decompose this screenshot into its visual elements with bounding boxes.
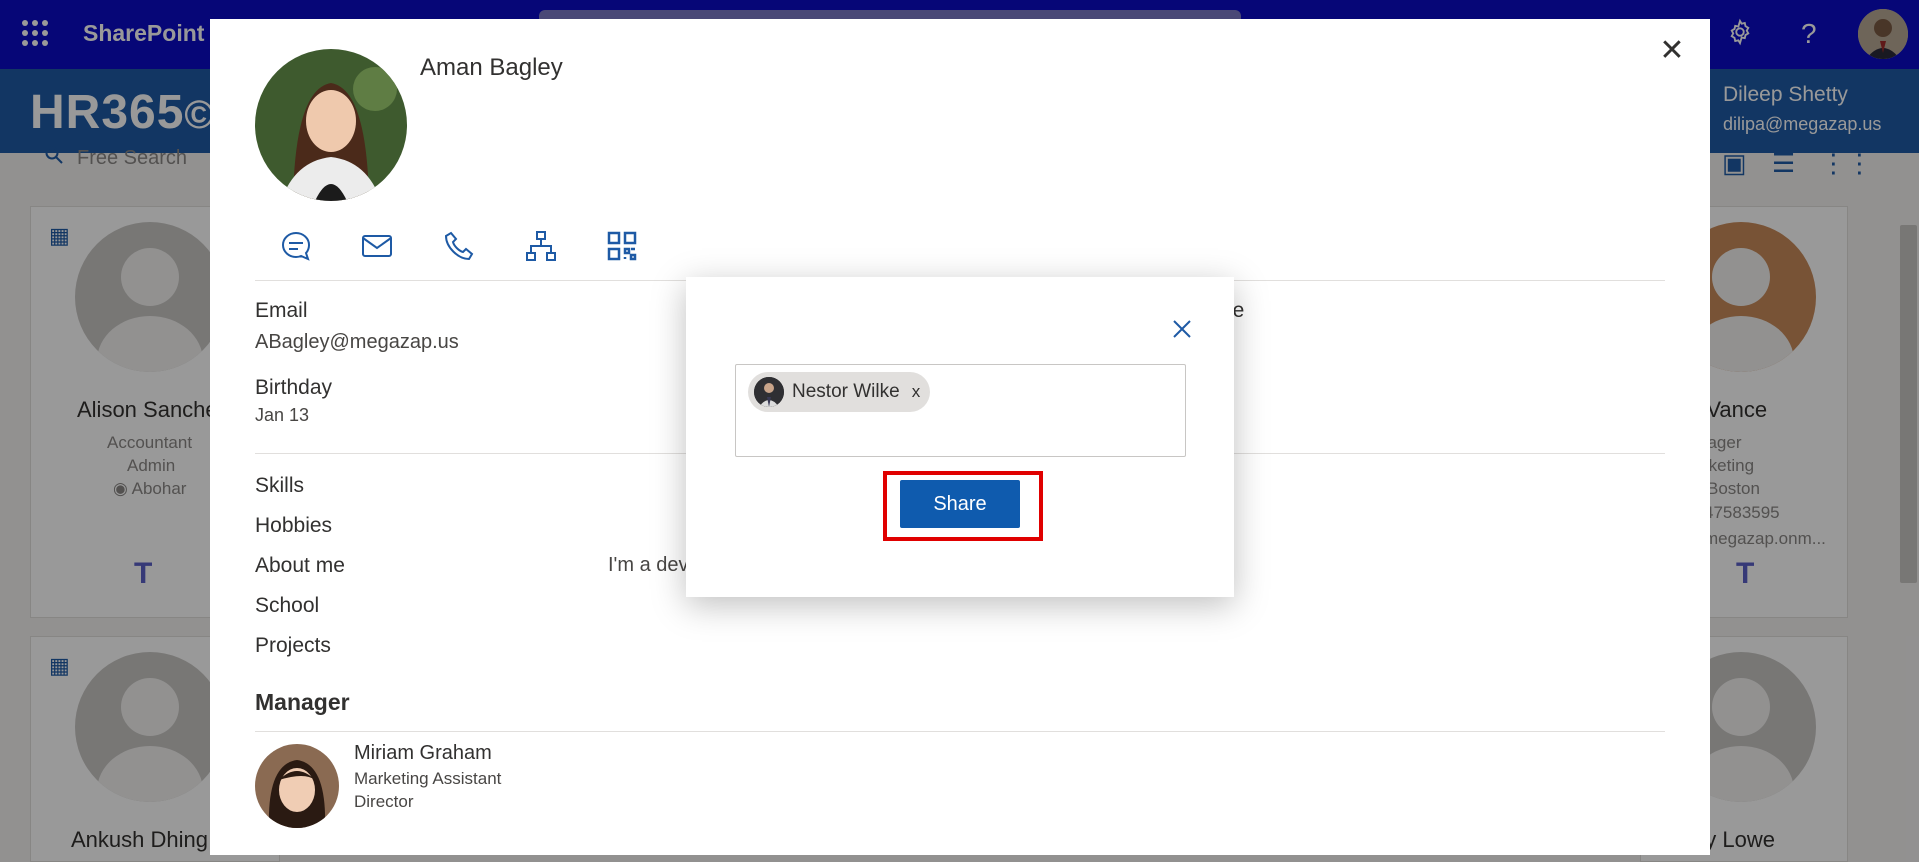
- manager-title: Marketing Assistant: [354, 769, 502, 788]
- share-button[interactable]: Share: [900, 480, 1020, 528]
- manager-photo[interactable]: [255, 744, 339, 828]
- birthday-label: Birthday: [255, 376, 333, 399]
- manager-role: Director: [354, 792, 414, 811]
- qr-code-icon[interactable]: [600, 224, 644, 268]
- email-label: Email: [255, 299, 308, 322]
- projects-label: Projects: [255, 634, 331, 657]
- close-icon[interactable]: [1166, 313, 1198, 345]
- mail-icon[interactable]: [355, 224, 399, 268]
- recipient-chip[interactable]: Nestor Wilke x: [748, 372, 931, 412]
- birthday-value: Jan 13: [255, 405, 310, 425]
- share-dialog: Nestor Wilke x Share: [686, 277, 1234, 597]
- org-chart-icon[interactable]: [519, 224, 563, 268]
- remove-recipient-button[interactable]: x: [912, 382, 921, 402]
- divider: [255, 731, 1665, 732]
- phone-icon[interactable]: [437, 224, 481, 268]
- about-me-value: I'm a dev: [608, 554, 689, 576]
- chat-icon[interactable]: [274, 224, 318, 268]
- manager-heading: Manager: [255, 689, 350, 715]
- people-picker-input[interactable]: Nestor Wilke x: [735, 364, 1186, 457]
- profile-name: Aman Bagley: [420, 54, 563, 81]
- recipient-avatar: [754, 377, 784, 407]
- skills-label: Skills: [255, 474, 305, 497]
- email-value[interactable]: ABagley@megazap.us: [255, 331, 459, 354]
- manager-name[interactable]: Miriam Graham: [354, 742, 492, 765]
- hobbies-label: Hobbies: [255, 514, 333, 537]
- school-label: School: [255, 594, 320, 617]
- profile-photo: [255, 49, 407, 201]
- about-me-label: About me: [255, 554, 345, 577]
- recipient-name: Nestor Wilke: [792, 381, 900, 402]
- close-icon[interactable]: ✕: [1652, 31, 1692, 71]
